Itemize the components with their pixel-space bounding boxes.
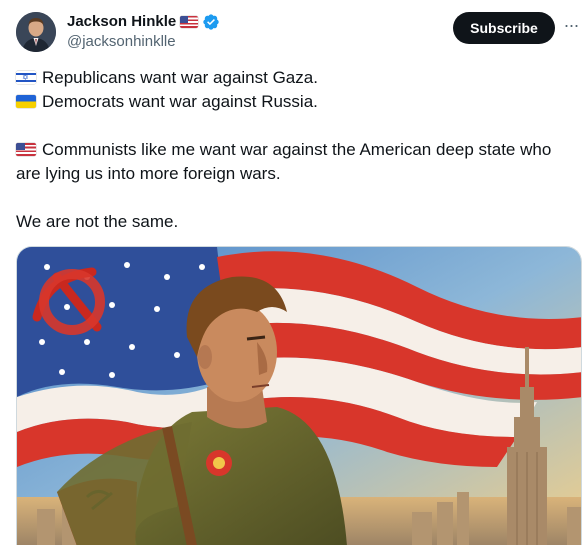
author-handle[interactable]: @jacksonhinklle — [67, 32, 176, 52]
author-name-row[interactable]: Jackson Hinkle — [67, 12, 220, 32]
painting-man-flag-skyline-image — [17, 247, 581, 545]
tweet-line-text: Republicans want war against Gaza. — [42, 68, 318, 87]
us-flag-icon — [16, 143, 36, 156]
tweet-line-communists: Communists like me want war against the … — [16, 138, 576, 186]
tweet-line-gaza: Republicans want war against Gaza. — [16, 66, 576, 90]
subscribe-button[interactable]: Subscribe — [453, 12, 555, 44]
tweet-line-russia: Democrats want war against Russia. — [16, 90, 576, 114]
author-name[interactable]: Jackson Hinkle — [67, 12, 176, 32]
tweet-text: Republicans want war against Gaza. Democ… — [16, 66, 576, 234]
ukraine-flag-icon — [16, 95, 36, 108]
tweet-line-text: Communists like me want war against the … — [16, 140, 552, 183]
tweet-media-image[interactable] — [16, 246, 582, 545]
tweet-card: Jackson Hinkle @jacksonhinklle Subscribe… — [0, 0, 588, 545]
tweet-line-text: Democrats want war against Russia. — [42, 92, 318, 111]
avatar-image — [16, 12, 56, 52]
israel-flag-icon — [16, 71, 36, 84]
us-flag-icon — [180, 16, 199, 28]
tweet-line-closing: We are not the same. — [16, 210, 576, 234]
tweet-line-text: We are not the same. — [16, 212, 179, 231]
more-options-icon[interactable]: ··· — [561, 16, 581, 38]
avatar[interactable] — [16, 12, 56, 52]
verified-badge-icon — [203, 14, 219, 30]
